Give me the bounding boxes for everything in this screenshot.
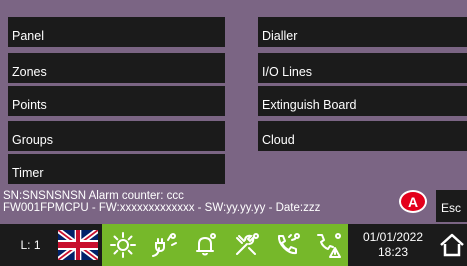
menu-extinguish-board-button[interactable]: Extinguish Board bbox=[258, 86, 467, 116]
wrench-icon bbox=[235, 233, 259, 255]
sun-icon bbox=[109, 232, 136, 258]
menu-cloud-button[interactable]: Cloud bbox=[258, 121, 467, 151]
home-icon bbox=[440, 233, 464, 257]
menu-points-button[interactable]: Points bbox=[8, 86, 225, 116]
firmware-info-text: FW001FPMCPU - FW:xxxxxxxxxxxxx - SW:yy.y… bbox=[3, 202, 321, 214]
status-icons-strip bbox=[102, 224, 348, 266]
menu-timer-button[interactable]: Timer bbox=[8, 154, 225, 184]
access-level-button[interactable]: L: 1 bbox=[12, 226, 49, 264]
alert-badge[interactable]: A bbox=[399, 190, 427, 213]
phone-fault-icon bbox=[277, 233, 300, 255]
control-panel-screen: Panel Zones Points Groups Timer Dialler … bbox=[0, 0, 467, 266]
menu-zones-button[interactable]: Zones bbox=[8, 53, 225, 83]
menu-panel-button[interactable]: Panel bbox=[8, 17, 225, 47]
home-button[interactable] bbox=[437, 224, 467, 266]
time-text: 18:23 bbox=[377, 245, 409, 259]
bell-icon bbox=[195, 233, 216, 256]
menu-dialler-button[interactable]: Dialler bbox=[258, 17, 467, 47]
phone-alert-icon bbox=[316, 233, 341, 258]
esc-button[interactable]: Esc bbox=[436, 190, 467, 222]
menu-groups-button[interactable]: Groups bbox=[8, 121, 225, 151]
serial-alarm-counter-text: SN:SNSNSNSN Alarm counter: ccc bbox=[3, 190, 184, 202]
power-plug-icon bbox=[151, 233, 177, 257]
date-text: 01/01/2022 bbox=[362, 230, 424, 244]
menu-io-lines-button[interactable]: I/O Lines bbox=[258, 53, 467, 83]
date-time-display: 01/01/2022 18:23 bbox=[350, 224, 436, 266]
uk-flag-icon[interactable] bbox=[58, 230, 98, 260]
